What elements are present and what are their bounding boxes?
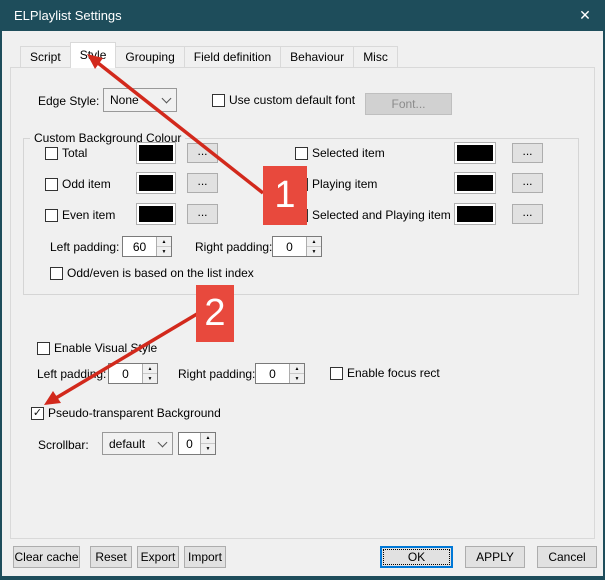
spin-up-icon[interactable]: ▲ [201,433,215,444]
even-item-color-swatch [136,203,176,225]
left-padding-label: Left padding: [50,240,120,254]
spin-down-icon[interactable]: ▼ [290,374,304,383]
window-title: ELPlaylist Settings [14,8,122,23]
edge-style-value: None [110,93,139,107]
enable-visual-style-label: Enable Visual Style [54,341,158,355]
spin-down-icon[interactable]: ▼ [143,374,157,383]
total-label: Total [62,146,88,160]
chevron-down-icon [157,437,168,447]
tab-script[interactable]: Script [20,46,71,68]
playing-item-color-swatch [454,172,496,194]
left-padding-value: 60 [132,239,147,254]
even-item-color-picker-button[interactable]: ... [187,204,218,224]
check-icon: ✓ [32,406,43,419]
chevron-down-icon [161,93,172,104]
selected-and-playing-item-row[interactable]: Selected and Playing item [295,208,451,222]
tab-behaviour[interactable]: Behaviour [280,46,355,68]
spin-up-icon[interactable]: ▲ [290,364,304,374]
export-button[interactable]: Export [137,546,179,568]
vs-left-padding-spinner[interactable]: 0 ▲ ▼ [108,363,158,384]
import-button[interactable]: Import [184,546,226,568]
edge-style-label: Edge Style: [38,94,100,108]
selected-and-playing-item-color-picker-button[interactable]: ... [512,204,543,224]
use-custom-font-checkbox[interactable] [212,93,225,107]
ok-button[interactable]: OK [380,546,453,568]
odd-item-checkbox[interactable] [45,177,58,191]
odd-item-label: Odd item [62,177,111,191]
font-button[interactable]: Font... [365,93,452,115]
reset-button[interactable]: Reset [90,546,132,568]
enable-visual-style-row[interactable]: Enable Visual Style [37,341,157,355]
even-item-checkbox[interactable] [45,208,58,222]
selected-item-row[interactable]: Selected item [295,146,385,160]
cancel-button[interactable]: Cancel [537,546,597,568]
spin-up-icon[interactable]: ▲ [157,237,171,247]
vs-right-padding-spinner[interactable]: 0 ▲ ▼ [255,363,305,384]
use-custom-font-label: Use custom default font [229,93,356,107]
enable-focus-rect-row[interactable]: Enable focus rect [330,366,440,380]
scrollbar-number: 0 [186,436,193,451]
scrollbar-value: default [109,436,146,451]
even-item-label: Even item [62,208,116,222]
odd-item-color-swatch [136,172,176,194]
scrollbar-label: Scrollbar: [38,438,89,452]
selected-item-label: Selected item [312,146,385,160]
scrollbar-dropdown[interactable]: default [102,432,173,455]
title-bar: ELPlaylist Settings ✕ [0,0,605,31]
right-padding-value: 0 [286,239,293,254]
use-custom-font-row[interactable]: Use custom default font [212,93,355,107]
total-row[interactable]: Total [45,146,87,160]
right-padding-label: Right padding: [195,240,273,254]
tab-style[interactable]: Style [69,42,117,68]
spin-down-icon[interactable]: ▼ [157,247,171,256]
spin-down-icon[interactable]: ▼ [307,247,321,256]
vs-right-padding-value: 0 [269,366,276,381]
left-padding-spinner[interactable]: 60 ▲ ▼ [122,236,172,257]
tab-strip: Script Style Grouping Field definition B… [20,42,398,68]
selected-item-checkbox[interactable] [295,146,308,160]
odd-item-row[interactable]: Odd item [45,177,111,191]
right-padding-spinner[interactable]: 0 ▲ ▼ [272,236,322,257]
tab-field-definition[interactable]: Field definition [183,46,282,68]
odd-item-color-picker-button[interactable]: ... [187,173,218,193]
vs-left-padding-value: 0 [122,366,129,381]
total-color-picker-button[interactable]: ... [187,143,218,163]
total-color-swatch [136,142,176,164]
playing-item-label: Playing item [312,177,378,191]
pseudo-transparent-label: Pseudo-transparent Background [48,406,221,420]
pseudo-transparent-row[interactable]: ✓ Pseudo-transparent Background [31,406,221,420]
scrollbar-spinner[interactable]: 0 ▲ ▼ [178,432,216,455]
apply-button[interactable]: APPLY [465,546,525,568]
spin-up-icon[interactable]: ▲ [307,237,321,247]
elplaylist-settings-dialog: ELPlaylist Settings ✕ Script Style Group… [0,0,605,580]
playing-item-color-picker-button[interactable]: ... [512,173,543,193]
enable-visual-style-checkbox[interactable] [37,341,50,355]
tab-grouping[interactable]: Grouping [115,46,185,68]
selected-and-playing-item-checkbox[interactable] [295,208,308,222]
tab-misc[interactable]: Misc [353,46,398,68]
vs-right-padding-label: Right padding: [178,367,256,381]
playing-item-checkbox[interactable] [295,177,308,191]
odd-even-list-index-row[interactable]: Odd/even is based on the list index [50,266,254,280]
selected-item-color-swatch [454,142,496,164]
spin-up-icon[interactable]: ▲ [143,364,157,374]
vs-left-padding-label: Left padding: [37,367,107,381]
selected-item-color-picker-button[interactable]: ... [512,143,543,163]
close-icon[interactable]: ✕ [568,0,602,31]
enable-focus-rect-label: Enable focus rect [347,366,440,380]
total-checkbox[interactable] [45,146,58,160]
odd-even-list-index-checkbox[interactable] [50,266,63,280]
odd-even-list-index-label: Odd/even is based on the list index [67,266,254,280]
edge-style-dropdown[interactable]: None [103,88,177,112]
selected-and-playing-item-label: Selected and Playing item [312,208,451,222]
spin-down-icon[interactable]: ▼ [201,444,215,454]
clear-cache-button[interactable]: Clear cache [13,546,80,568]
playing-item-row[interactable]: Playing item [295,177,377,191]
pseudo-transparent-checkbox[interactable]: ✓ [31,406,44,420]
even-item-row[interactable]: Even item [45,208,115,222]
selected-and-playing-item-color-swatch [454,203,496,225]
enable-focus-rect-checkbox[interactable] [330,366,343,380]
